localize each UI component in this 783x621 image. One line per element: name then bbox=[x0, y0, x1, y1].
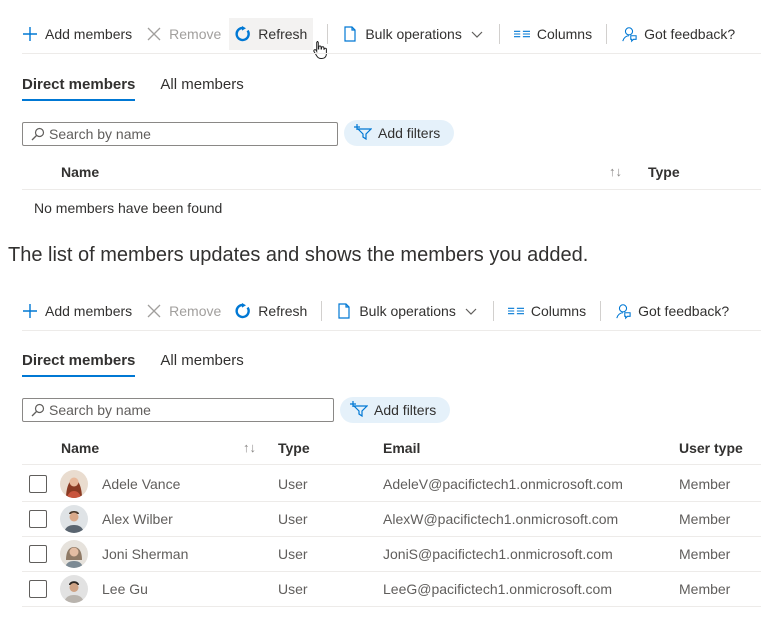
member-name[interactable]: Alex Wilber bbox=[102, 511, 173, 527]
member-type: User bbox=[278, 476, 308, 492]
column-header-user-type[interactable]: User type bbox=[679, 440, 743, 456]
hand-cursor-icon bbox=[312, 40, 328, 63]
sort-icon[interactable]: ↑↓ bbox=[609, 164, 622, 179]
avatar bbox=[60, 470, 88, 498]
column-header-email[interactable]: Email bbox=[383, 440, 420, 456]
feedback-button[interactable]: Got feedback? bbox=[621, 18, 735, 50]
add-members-button[interactable]: Add members bbox=[22, 295, 132, 327]
member-type: User bbox=[278, 511, 308, 527]
avatar bbox=[60, 505, 88, 533]
bulk-operations-button[interactable]: Bulk operations bbox=[342, 18, 485, 50]
toolbar-divider-line bbox=[22, 330, 761, 331]
table-row[interactable]: Lee Gu User LeeG@pacifictech1.onmicrosof… bbox=[22, 572, 761, 607]
header-divider bbox=[22, 189, 761, 190]
member-email: JoniS@pacifictech1.onmicrosoft.com bbox=[383, 546, 613, 562]
member-name[interactable]: Lee Gu bbox=[102, 581, 148, 597]
toolbar-divider bbox=[606, 24, 608, 44]
caption-text: The list of members updates and shows th… bbox=[8, 244, 589, 266]
plus-icon bbox=[22, 303, 38, 319]
member-user-type: Member bbox=[679, 581, 731, 597]
close-icon bbox=[146, 26, 162, 42]
toolbar-divider-line bbox=[22, 53, 761, 54]
filter-add-icon bbox=[354, 123, 373, 143]
search-icon bbox=[31, 403, 45, 417]
avatar bbox=[60, 575, 88, 603]
avatar bbox=[60, 540, 88, 568]
column-header-type[interactable]: Type bbox=[278, 440, 310, 456]
columns-icon bbox=[507, 303, 524, 319]
columns-button[interactable]: Columns bbox=[507, 295, 586, 327]
columns-icon bbox=[513, 26, 530, 42]
plus-icon bbox=[22, 26, 38, 42]
command-bar: Add members Remove Refresh Bulk operatio… bbox=[22, 18, 749, 59]
document-icon bbox=[336, 303, 352, 319]
tab-all-members[interactable]: All members bbox=[160, 76, 243, 101]
member-email: AdeleV@pacifictech1.onmicrosoft.com bbox=[383, 476, 623, 492]
row-checkbox[interactable] bbox=[29, 510, 47, 528]
row-checkbox[interactable] bbox=[29, 580, 47, 598]
add-members-button[interactable]: Add members bbox=[22, 18, 132, 50]
refresh-icon bbox=[235, 26, 251, 42]
remove-button[interactable]: Remove bbox=[146, 295, 221, 327]
filter-add-icon bbox=[350, 400, 369, 420]
header-divider bbox=[22, 464, 761, 465]
tab-all-members[interactable]: All members bbox=[160, 352, 243, 377]
member-user-type: Member bbox=[679, 511, 731, 527]
refresh-button[interactable]: Refresh bbox=[229, 18, 327, 59]
column-header-name[interactable]: Name bbox=[61, 440, 99, 456]
table-row[interactable]: Joni Sherman User JoniS@pacifictech1.onm… bbox=[22, 537, 761, 572]
remove-button[interactable]: Remove bbox=[146, 18, 221, 50]
sort-icon[interactable]: ↑↓ bbox=[243, 440, 256, 455]
member-tabs: Direct members All members bbox=[22, 76, 244, 101]
add-filters-button[interactable]: Add filters bbox=[344, 120, 455, 146]
members-panel-before: Add members Remove Refresh Bulk operatio… bbox=[0, 0, 783, 230]
toolbar-divider bbox=[492, 301, 494, 321]
chevron-down-icon bbox=[463, 303, 479, 319]
search-placeholder: Search by name bbox=[49, 126, 151, 142]
table-row[interactable]: Alex Wilber User AlexW@pacifictech1.onmi… bbox=[22, 502, 761, 537]
column-header-name[interactable]: Name bbox=[61, 164, 99, 180]
members-panel-after: Add members Remove Refresh Bulk operatio… bbox=[0, 280, 783, 621]
column-header-type[interactable]: Type bbox=[648, 164, 680, 180]
member-type: User bbox=[278, 546, 308, 562]
feedback-icon bbox=[615, 303, 631, 320]
member-user-type: Member bbox=[679, 546, 731, 562]
bulk-operations-button[interactable]: Bulk operations bbox=[336, 295, 479, 327]
tab-direct-members[interactable]: Direct members bbox=[22, 352, 136, 377]
member-name[interactable]: Joni Sherman bbox=[102, 546, 188, 562]
tab-direct-members[interactable]: Direct members bbox=[22, 76, 136, 101]
toolbar-divider bbox=[600, 301, 602, 321]
table-row[interactable]: Adele Vance User AdeleV@pacifictech1.onm… bbox=[22, 467, 761, 502]
refresh-button[interactable]: Refresh bbox=[235, 295, 307, 327]
add-filters-button[interactable]: Add filters bbox=[340, 397, 451, 423]
feedback-icon bbox=[621, 26, 637, 43]
empty-state-message: No members have been found bbox=[34, 200, 223, 216]
toolbar-divider bbox=[321, 301, 323, 321]
toolbar-divider bbox=[498, 24, 500, 44]
search-input[interactable]: Search by name bbox=[22, 398, 334, 422]
search-input[interactable]: Search by name bbox=[22, 122, 338, 146]
row-checkbox[interactable] bbox=[29, 545, 47, 563]
member-user-type: Member bbox=[679, 476, 731, 492]
member-email: AlexW@pacifictech1.onmicrosoft.com bbox=[383, 511, 619, 527]
chevron-down-icon bbox=[469, 26, 485, 42]
close-icon bbox=[146, 303, 162, 319]
member-name[interactable]: Adele Vance bbox=[102, 476, 180, 492]
document-icon bbox=[342, 26, 358, 42]
member-tabs: Direct members All members bbox=[22, 352, 244, 377]
columns-button[interactable]: Columns bbox=[513, 18, 592, 50]
member-type: User bbox=[278, 581, 308, 597]
search-placeholder: Search by name bbox=[49, 402, 151, 418]
feedback-button[interactable]: Got feedback? bbox=[615, 295, 729, 327]
search-icon bbox=[31, 127, 45, 141]
member-email: LeeG@pacifictech1.onmicrosoft.com bbox=[383, 581, 612, 597]
command-bar: Add members Remove Refresh Bulk operatio… bbox=[22, 295, 743, 327]
refresh-icon bbox=[235, 303, 251, 319]
row-checkbox[interactable] bbox=[29, 475, 47, 493]
